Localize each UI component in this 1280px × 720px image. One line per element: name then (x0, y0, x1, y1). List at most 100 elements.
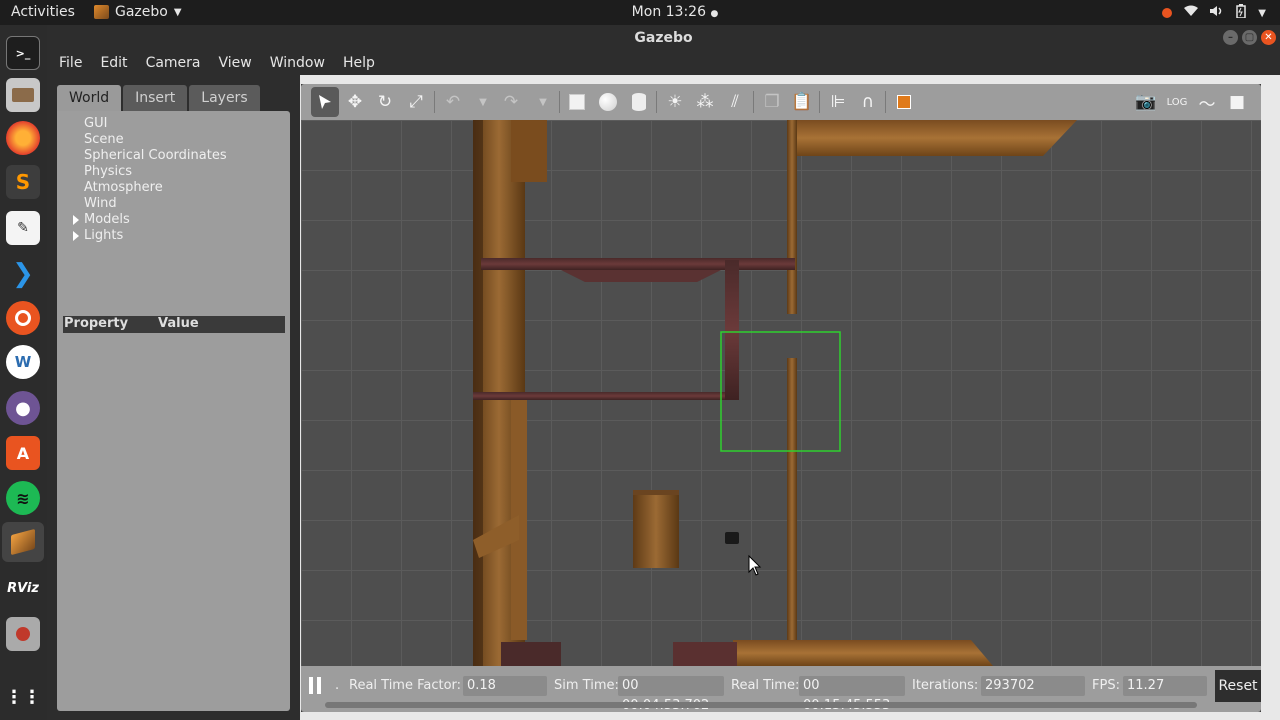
3d-viewport[interactable] (301, 120, 1261, 666)
expand-arrow-icon[interactable] (73, 215, 79, 225)
window-controls: – ▢ ✕ (1223, 30, 1276, 45)
scene-render (473, 120, 1077, 666)
top-right-panel (795, 120, 1077, 156)
files-icon[interactable] (6, 78, 40, 112)
log-icon[interactable]: LOG (1167, 92, 1188, 112)
property-column-header: Property (64, 316, 129, 331)
minimize-button[interactable]: – (1223, 30, 1238, 45)
toolbar-separator (656, 91, 657, 113)
firefox-icon[interactable] (6, 121, 40, 155)
pause-button[interactable] (309, 677, 323, 694)
disk-icon[interactable] (6, 617, 40, 651)
render-panel: ✥ ↻ ⤢ ↶ ▼ ↷ ▼ ☀ ⁂ ⫽ ❐ 📋 ⊫ ∩ 📷 LOG 〜 ■ . … (301, 84, 1261, 713)
translate-icon[interactable]: ✥ (345, 92, 365, 112)
tab-world[interactable]: World (57, 85, 122, 111)
copy-icon[interactable]: ❐ (762, 92, 782, 112)
show-apps-icon[interactable]: ⋮⋮ (5, 680, 41, 714)
sphere-icon[interactable] (598, 92, 618, 112)
top-bar: Activities Gazebo ▼ Mon 13:26 ● ▼ (0, 0, 1280, 25)
reset-button[interactable]: Reset (1215, 670, 1261, 702)
property-table-header: Property Value (63, 316, 285, 333)
web-app-icon[interactable]: W (6, 345, 40, 379)
select-arrow-icon[interactable] (311, 87, 339, 117)
world-tree: GUI Scene Spherical Coordinates Physics … (57, 111, 290, 711)
redo-history-icon[interactable]: ▼ (533, 92, 553, 112)
expand-arrow-icon[interactable] (73, 231, 79, 241)
left-wall-cap (511, 120, 547, 182)
tree-item-models[interactable]: Models (73, 212, 130, 227)
cylinder-icon[interactable] (629, 92, 649, 112)
menu-help[interactable]: Help (343, 55, 375, 71)
app-center-icon[interactable]: A (6, 436, 40, 470)
tree-item-physics[interactable]: Physics (84, 164, 132, 179)
rviz-icon[interactable]: RViz (6, 571, 40, 605)
panel-tabs: World Insert Layers (57, 85, 260, 111)
bottom-mid-block (673, 642, 737, 666)
sublime-text-icon[interactable]: S (6, 165, 40, 199)
real-time-label: Real Time: (731, 678, 800, 693)
mouse-cursor-icon (748, 554, 762, 576)
menu-view[interactable]: View (219, 55, 252, 71)
vscode-icon[interactable]: ❯ (6, 257, 40, 291)
screenshot-icon[interactable]: 📷 (1135, 92, 1156, 112)
text-editor-icon[interactable]: ✎ (6, 211, 40, 245)
close-button[interactable]: ✕ (1261, 30, 1276, 45)
tree-item-spherical-coordinates[interactable]: Spherical Coordinates (84, 148, 227, 163)
box-icon[interactable] (567, 92, 587, 112)
scale-icon[interactable]: ⤢ (406, 92, 426, 112)
menu-file[interactable]: File (59, 55, 82, 71)
menu-edit[interactable]: Edit (100, 55, 127, 71)
render-toolbar: ✥ ↻ ⤢ ↶ ▼ ↷ ▼ ☀ ⁂ ⫽ ❐ 📋 ⊫ ∩ 📷 LOG 〜 ■ (301, 84, 1261, 120)
tree-item-wind[interactable]: Wind (84, 196, 117, 211)
sim-time-value: 00 00:04:53.702 (618, 676, 724, 713)
paste-icon[interactable]: 📋 (791, 92, 812, 112)
upper-beam (481, 258, 795, 270)
fps-value: 11.27 (1123, 676, 1207, 696)
spotify-icon[interactable]: ≋ (6, 481, 40, 515)
tree-item-scene[interactable]: Scene (84, 132, 124, 147)
status-bar: . Real Time Factor: 0.18 Sim Time: 00 00… (301, 666, 1261, 713)
tree-item-atmosphere[interactable]: Atmosphere (84, 180, 163, 195)
bottom-left-block (501, 642, 561, 666)
undo-icon[interactable]: ↶ (443, 92, 463, 112)
tab-insert[interactable]: Insert (123, 85, 188, 111)
real-time-value: 00 00:15:45.553 (799, 676, 905, 713)
spot-light-icon[interactable]: ⁂ (695, 92, 715, 112)
window-title: Gazebo (634, 30, 693, 46)
step-button[interactable]: . (335, 678, 339, 693)
toolbar-separator (559, 91, 560, 113)
tab-layers[interactable]: Layers (189, 85, 260, 111)
point-light-icon[interactable]: ☀ (665, 92, 685, 112)
directional-light-icon[interactable]: ⫽ (725, 92, 745, 112)
rviz-label: RViz (7, 580, 39, 596)
change-view-icon[interactable] (894, 92, 914, 112)
sim-time-label: Sim Time: (554, 678, 619, 693)
wooden-box-top (633, 490, 679, 495)
value-column-header: Value (158, 316, 199, 331)
plot-icon[interactable]: 〜 (1197, 92, 1217, 115)
snap-icon[interactable]: ∩ (858, 92, 878, 112)
tree-item-gui[interactable]: GUI (84, 116, 107, 131)
iterations-label: Iterations: (912, 678, 979, 693)
clock[interactable]: Mon 13:26 ● (0, 4, 1280, 20)
rotate-icon[interactable]: ↻ (375, 92, 395, 112)
menu-camera[interactable]: Camera (146, 55, 201, 71)
undo-history-icon[interactable]: ▼ (473, 92, 493, 112)
horizontal-scrollbar[interactable] (325, 702, 1197, 708)
ubuntu-software-icon[interactable] (6, 301, 40, 335)
video-record-icon[interactable]: ■ (1227, 92, 1247, 112)
middle-beam (473, 392, 729, 400)
wooden-box (633, 492, 679, 568)
redo-icon[interactable]: ↷ (501, 92, 521, 112)
github-icon[interactable]: ● (6, 391, 40, 425)
gazebo-icon[interactable] (2, 522, 44, 562)
power-menu-icon: ▼ (1258, 7, 1266, 19)
menu-window[interactable]: Window (270, 55, 325, 71)
maximize-button[interactable]: ▢ (1242, 30, 1257, 45)
upper-beam-base (561, 270, 721, 282)
window-titlebar[interactable]: Gazebo – ▢ ✕ (47, 25, 1280, 51)
align-icon[interactable]: ⊫ (828, 92, 848, 112)
system-tray[interactable]: ▼ (1162, 4, 1266, 22)
terminal-icon[interactable]: >_ (6, 36, 40, 70)
tree-item-lights[interactable]: Lights (73, 228, 123, 243)
